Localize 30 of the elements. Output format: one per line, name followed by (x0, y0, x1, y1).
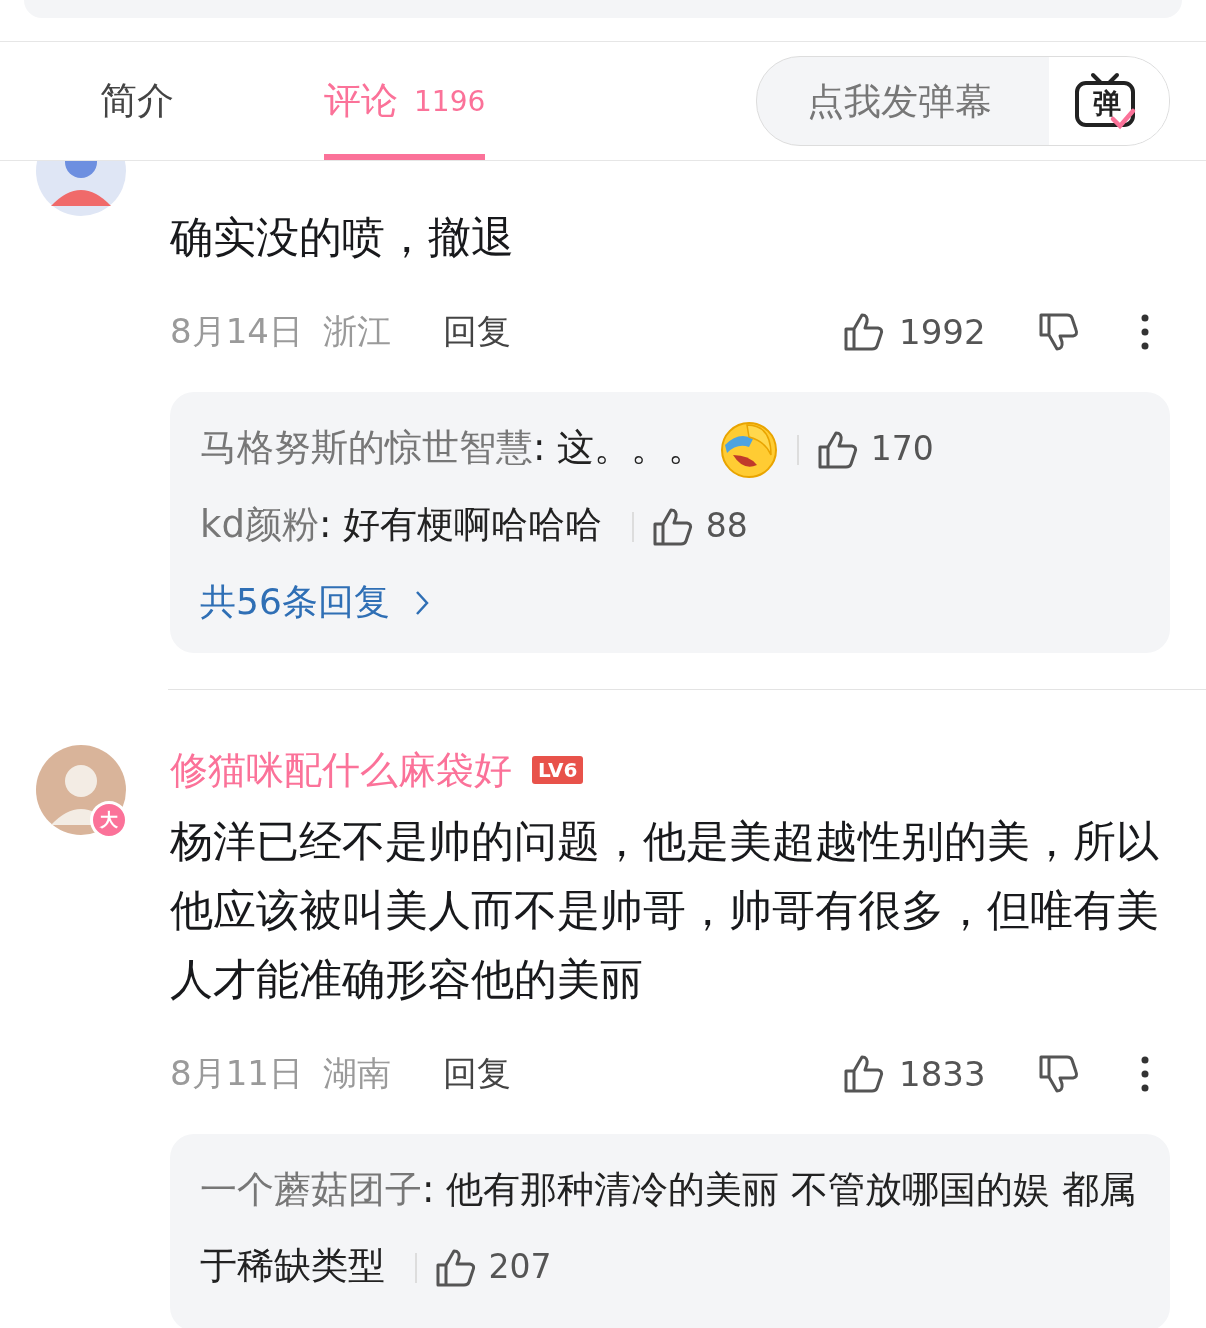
danmaku-field[interactable]: 点我发弹幕 弹 (756, 56, 1170, 146)
more-replies-link[interactable]: 共56条回复 (200, 578, 430, 627)
like-button[interactable]: 1992 (843, 312, 1003, 352)
more-icon[interactable] (1140, 314, 1150, 350)
thumbs-up-icon[interactable] (434, 1247, 477, 1288)
tv-icon (1073, 71, 1137, 131)
thumbs-up-icon (843, 312, 885, 352)
avatar[interactable] (36, 161, 126, 216)
reply-text: kd颜粉: 好有梗啊哈哈哈 88 (200, 502, 749, 549)
avatar-badge: 大 (90, 801, 128, 839)
like-button[interactable]: 1833 (843, 1054, 1003, 1094)
thumbs-down-icon[interactable] (1038, 312, 1080, 352)
reply-text: 一个蘑菇团子: 他有那种清冷的美丽 不管放哪国的娱 都属于稀缺类型 207 (200, 1167, 1137, 1290)
comment-date: 8月11日 (170, 1052, 303, 1095)
comment-text: 杨洋已经不是帅的问题，他是美超越性别的美，所以他应该被叫美人而不是帅哥，帅哥有很多，但唯有美人才能准确形容他的美丽 (170, 815, 1160, 1006)
reply-button[interactable]: 回复 (442, 309, 511, 355)
comment-location: 湖南 (322, 1052, 391, 1095)
level-badge: LV6 (532, 756, 584, 784)
comment-text: 确实没的喷，撤退 (170, 211, 515, 264)
danmaku-button[interactable]: 弹 (1049, 57, 1169, 145)
thumbs-up-icon[interactable] (651, 506, 694, 547)
thumbs-up-icon[interactable] (817, 429, 859, 470)
tab[interactable]: 简介 (100, 42, 174, 160)
reply-text: 马格努斯的惊世智慧: 这。。。 170 (200, 410, 1140, 487)
comment-date: 8月14日 (170, 310, 303, 353)
reply-button[interactable]: 回复 (442, 1051, 511, 1097)
thumbs-down-icon[interactable] (1038, 1054, 1080, 1094)
more-icon[interactable] (1140, 1056, 1150, 1092)
thumbs-up-icon (843, 1054, 885, 1094)
comment-location: 浙江 (322, 310, 391, 353)
